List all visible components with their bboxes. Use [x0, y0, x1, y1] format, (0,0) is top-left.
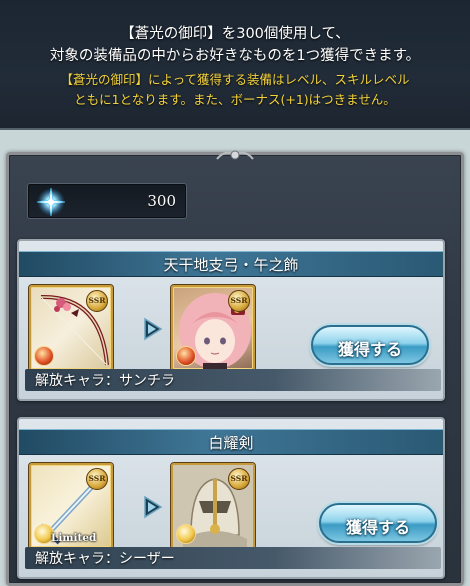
ssr-badge: SSR	[228, 290, 250, 312]
get-button-label: 獲得する	[337, 340, 402, 359]
item-title-bar: 天干地支弓・午之飾	[19, 251, 443, 277]
blue-crystal-seal-icon	[36, 187, 66, 217]
item-name: 天干地支弓・午之飾	[163, 256, 299, 274]
currency-display: 300	[27, 183, 187, 219]
get-button[interactable]: 獲得する	[311, 325, 429, 365]
item-title-bar: 白耀剣	[19, 429, 443, 455]
item-card-1: 天干地支弓・午之飾 SSR SSR 獲得する 解放キャラ：サンチラ	[17, 239, 445, 401]
get-button-label: 獲得する	[345, 518, 410, 537]
arrow-right-icon	[144, 317, 163, 341]
notice-banner: 【蒼光の御印】を300個使用して、 対象の装備品の中からお好きなものを1つ獲得で…	[0, 0, 470, 130]
fire-element-icon	[34, 346, 54, 366]
limited-label: Limited	[51, 532, 97, 544]
notice-line-1: 【蒼光の御印】を300個使用して、	[120, 26, 350, 42]
notice-line-2: 対象の装備品の中からお好きなものを1つ獲得できます。	[49, 48, 421, 64]
unlock-character-text: 解放キャラ：サンチラ	[35, 373, 175, 389]
unlock-character-text: 解放キャラ：シーザー	[35, 551, 175, 567]
unlock-character-bar: 解放キャラ：シーザー	[25, 547, 441, 569]
currency-value: 300	[147, 192, 176, 210]
character-thumbnail[interactable]: SSR	[171, 463, 255, 549]
exchange-panel: 300 天干地支弓・午之飾 SSR SSR 獲得する 解放キャラ：サンチラ 白耀…	[6, 150, 464, 586]
notice-note-1: 【蒼光の御印】によって獲得する装備はレベル、スキルレベル	[60, 72, 410, 87]
get-button[interactable]: 獲得する	[319, 503, 437, 543]
weapon-thumbnail[interactable]: SSR Limited	[29, 463, 113, 549]
item-name: 白耀剣	[208, 434, 254, 452]
item-card-2: 白耀剣 SSR Limited SSR 獲得する 解放キャラ：シーザー	[17, 417, 445, 579]
panel-ornament-icon	[216, 150, 254, 160]
weapon-thumbnail[interactable]: SSR	[29, 285, 113, 371]
light-element-icon	[176, 524, 196, 544]
ssr-badge: SSR	[86, 468, 108, 490]
character-thumbnail[interactable]: SSR	[171, 285, 255, 371]
unlock-character-bar: 解放キャラ：サンチラ	[25, 369, 441, 391]
arrow-right-icon	[144, 495, 163, 519]
notice-note-2: ともに1となります。また、ボーナス(+1)はつきません。	[74, 92, 396, 107]
ssr-badge: SSR	[228, 468, 250, 490]
fire-element-icon	[176, 346, 196, 366]
ssr-badge: SSR	[86, 290, 108, 312]
